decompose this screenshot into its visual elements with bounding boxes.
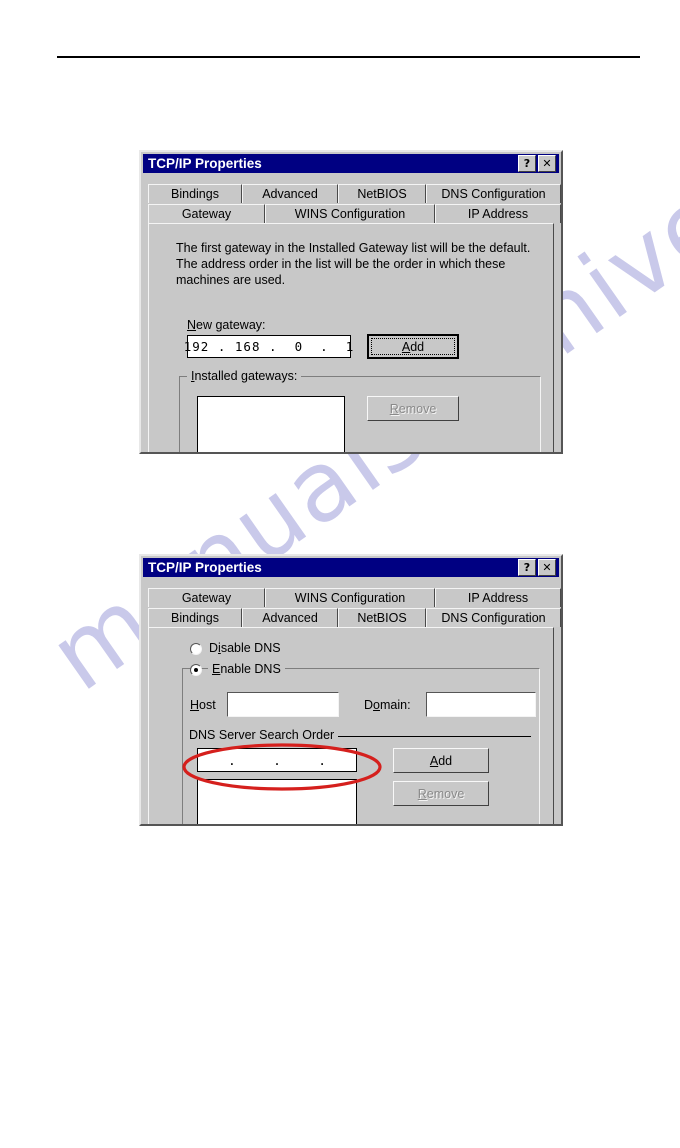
titlebar-buttons: ? ✕	[518, 559, 559, 576]
tab-netbios[interactable]: NetBIOS	[338, 184, 426, 203]
help-icon[interactable]: ?	[518, 155, 536, 172]
installed-gateways-listbox[interactable]	[197, 396, 345, 452]
tcpip-properties-dialog-dns[interactable]: TCP/IP Properties ? ✕ Gateway WINS Confi…	[139, 554, 563, 826]
tab-netbios[interactable]: NetBIOS	[338, 608, 426, 627]
remove-gateway-button[interactable]: Remove	[367, 396, 459, 421]
new-gateway-input[interactable]: 192 . 168 . 0 . 1	[184, 335, 353, 358]
tab-label: NetBIOS	[357, 611, 407, 625]
add-dns-button[interactable]: Add	[393, 748, 489, 773]
tabstrip-row-1[interactable]: Gateway WINS Configuration IP Address	[148, 588, 561, 607]
dns-search-order-separator	[327, 736, 531, 737]
page-horizontal-rule	[57, 56, 640, 58]
tab-label: WINS Configuration	[294, 207, 406, 221]
tab-label: NetBIOS	[357, 187, 407, 201]
tab-dns-configuration[interactable]: DNS Configuration	[426, 608, 561, 627]
button-label: Remove	[417, 786, 465, 801]
dns-search-order-label: DNS Server Search Order	[189, 728, 339, 742]
add-gateway-button[interactable]: Add	[367, 334, 459, 359]
window-title: TCP/IP Properties	[148, 560, 262, 575]
titlebar-buttons: ? ✕	[518, 155, 559, 172]
tab-wins-configuration[interactable]: WINS Configuration	[265, 204, 435, 223]
tab-label: Advanced	[262, 187, 318, 201]
enable-dns-label: Enable DNS	[208, 662, 285, 676]
enable-dns-radio[interactable]	[190, 664, 202, 676]
tab-page-gateway: The first gateway in the Installed Gatew…	[148, 223, 554, 452]
gateway-description: The first gateway in the Installed Gatew…	[176, 241, 531, 287]
tabstrip-row-2[interactable]: Gateway WINS Configuration IP Address	[148, 204, 561, 223]
installed-gateways-label: Installed gateways:	[187, 369, 302, 383]
domain-input[interactable]	[426, 692, 536, 717]
tabstrip-row-2[interactable]: Bindings Advanced NetBIOS DNS Configurat…	[148, 608, 561, 627]
domain-label: Domain:	[364, 698, 411, 712]
tcpip-properties-dialog-gateway[interactable]: TCP/IP Properties ? ✕ Bindings Advanced …	[139, 150, 563, 454]
new-gateway-label: New gateway:	[187, 318, 266, 332]
tab-dns-configuration[interactable]: DNS Configuration	[426, 184, 561, 203]
tab-gateway[interactable]: Gateway	[148, 204, 265, 223]
tab-ip-address[interactable]: IP Address	[435, 204, 561, 223]
tab-label: Advanced	[262, 611, 318, 625]
tab-label: IP Address	[467, 207, 529, 221]
radio-dot	[194, 668, 198, 672]
tab-gateway[interactable]: Gateway	[148, 588, 265, 607]
close-icon[interactable]: ✕	[538, 155, 556, 172]
window-title: TCP/IP Properties	[148, 156, 262, 171]
dns-server-ip-input[interactable]: . . .	[197, 748, 357, 772]
tab-label: Bindings	[171, 187, 219, 201]
disable-dns-radio[interactable]	[190, 643, 202, 655]
tab-label: IP Address	[467, 591, 529, 605]
titlebar[interactable]: TCP/IP Properties ? ✕	[143, 154, 559, 173]
tab-ip-address[interactable]: IP Address	[435, 588, 561, 607]
tab-advanced[interactable]: Advanced	[242, 608, 338, 627]
tab-label: DNS Configuration	[441, 611, 546, 625]
tab-label: Gateway	[181, 591, 232, 605]
disable-dns-label: Disable DNS	[209, 641, 281, 655]
button-label: Add	[401, 339, 425, 354]
close-icon[interactable]: ✕	[538, 559, 556, 576]
tab-bindings[interactable]: Bindings	[148, 608, 242, 627]
tab-label: Bindings	[171, 611, 219, 625]
tab-wins-configuration[interactable]: WINS Configuration	[265, 588, 435, 607]
tab-label: Gateway	[181, 207, 232, 221]
tab-bindings[interactable]: Bindings	[148, 184, 242, 203]
titlebar[interactable]: TCP/IP Properties ? ✕	[143, 558, 559, 577]
tab-label: WINS Configuration	[294, 591, 406, 605]
host-input[interactable]	[227, 692, 339, 717]
tab-label: DNS Configuration	[441, 187, 546, 201]
help-icon[interactable]: ?	[518, 559, 536, 576]
tabstrip-row-1[interactable]: Bindings Advanced NetBIOS DNS Configurat…	[148, 184, 561, 203]
dns-server-listbox[interactable]	[197, 779, 357, 824]
host-label: Host	[190, 698, 216, 712]
button-label: Add	[429, 753, 453, 768]
button-label: Remove	[389, 401, 437, 416]
tab-page-dns: Disable DNS Enable DNS Host Domain: DNS …	[148, 627, 554, 824]
remove-dns-button[interactable]: Remove	[393, 781, 489, 806]
tab-advanced[interactable]: Advanced	[242, 184, 338, 203]
